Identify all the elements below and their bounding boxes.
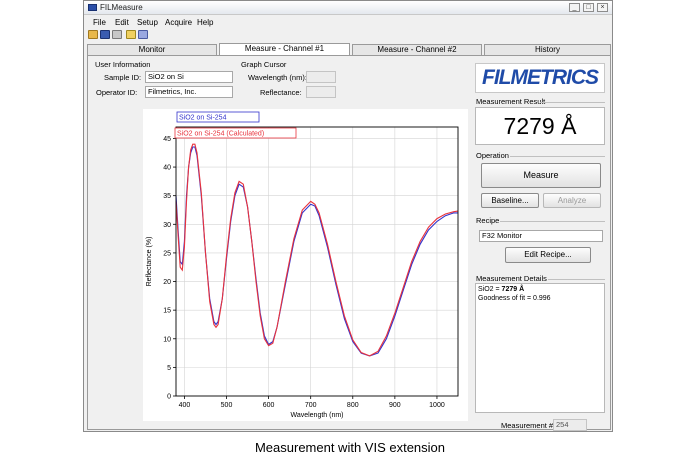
menu-acquire[interactable]: Acquire [165, 18, 192, 27]
menu-edit[interactable]: Edit [115, 18, 129, 27]
recipe-field[interactable]: F32 Monitor [479, 230, 603, 242]
analyze-button[interactable]: Analyze [543, 193, 601, 208]
user-info-heading: User Information [95, 60, 151, 69]
operation-heading: Operation [476, 151, 509, 160]
edit-recipe-button[interactable]: Edit Recipe... [505, 247, 591, 263]
tab-measure-channel-2[interactable]: Measure - Channel #2 [352, 44, 482, 55]
recipe-divider [500, 221, 605, 222]
report-icon[interactable] [138, 30, 148, 39]
y-tick-label: 10 [163, 336, 171, 343]
legend-calculated-label: SiO2 on Si-254 (Calculated) [177, 131, 264, 138]
reflectance-plot[interactable]: 400 500 600 700 800 900 1000 0 5 10 15 20 25 30 35 40 45… [143, 109, 468, 421]
reflectance-chart: 400 500 600 700 800 900 1000 0 5 10 15 20 25 30 35 40 45… [146, 111, 459, 419]
x-tick-label: 400 [179, 402, 191, 409]
baseline-button[interactable]: Baseline... [481, 193, 539, 208]
app-window: FILMeasure _ □ × File Edit Setup Acquire… [83, 0, 613, 432]
reflectance-label: Reflectance: [260, 88, 302, 97]
x-tick-label: 600 [263, 402, 275, 409]
graph-cursor-heading: Graph Cursor [241, 60, 287, 69]
x-tick-label: 900 [389, 402, 401, 409]
measurement-result-value: 7279 Å [475, 107, 605, 145]
title-bar: FILMeasure _ □ × [84, 1, 612, 15]
measurement-details-heading: Measurement Details [476, 274, 547, 283]
figure-caption: Measurement with VIS extension [254, 440, 446, 455]
y-tick-label: 45 [163, 136, 171, 143]
y-tick-label: 35 [163, 193, 171, 200]
operator-id-label: Operator ID: [96, 88, 138, 97]
x-tick-label: 700 [305, 402, 317, 409]
tab-history[interactable]: History [484, 44, 611, 55]
recipe-icon[interactable] [126, 30, 136, 39]
x-tick-label: 1000 [429, 402, 445, 409]
operation-divider [510, 156, 605, 157]
menu-bar: File Edit Setup Acquire Help [84, 17, 612, 29]
print-icon[interactable] [112, 30, 122, 39]
menu-setup[interactable]: Setup [137, 18, 158, 27]
minimize-button[interactable]: _ [569, 3, 580, 12]
tab-bar: Monitor Measure - Channel #1 Measure - C… [87, 43, 611, 55]
close-button[interactable]: × [597, 3, 608, 12]
wavelength-readout [306, 71, 336, 83]
menu-file[interactable]: File [93, 18, 106, 27]
maximize-button[interactable]: □ [583, 3, 594, 12]
result-divider [540, 102, 605, 103]
thickness-label: SiO2 = [478, 286, 502, 293]
x-tick-label: 800 [347, 402, 359, 409]
goodness-of-fit-line: Goodness of fit = 0.996 [478, 295, 551, 302]
y-tick-label: 20 [163, 279, 171, 286]
details-divider [548, 279, 605, 280]
recipe-heading: Recipe [476, 216, 500, 225]
y-tick-label: 40 [163, 165, 171, 172]
y-axis-label: Reflectance (%) [146, 237, 153, 287]
thickness-value: 7279 Å [501, 286, 525, 293]
y-tick-label: 15 [163, 308, 171, 315]
tab-monitor[interactable]: Monitor [87, 44, 217, 55]
measurement-number-label: Measurement # [501, 421, 554, 430]
save-icon[interactable] [100, 30, 110, 39]
tab-measure-channel-1[interactable]: Measure - Channel #1 [219, 43, 350, 55]
sample-id-label: Sample ID: [104, 73, 142, 82]
menu-help[interactable]: Help [197, 18, 213, 27]
measure-button[interactable]: Measure [481, 163, 601, 188]
x-axis-label: Wavelength (nm) [290, 412, 343, 419]
x-tick-label: 500 [221, 402, 233, 409]
measurement-details-box: SiO2 = 7279 Å Goodness of fit = 0.996 [475, 283, 605, 413]
y-tick-label: 5 [167, 365, 171, 372]
y-tick-label: 25 [163, 250, 171, 257]
open-folder-icon[interactable] [88, 30, 98, 39]
y-tick-label: 30 [163, 222, 171, 229]
wavelength-label: Wavelength (nm): [248, 73, 307, 82]
measurement-number-field: 254 [553, 419, 587, 431]
operator-id-field[interactable]: Filmetrics, Inc. [145, 86, 233, 98]
measurement-result-heading: Measurement Result [476, 97, 546, 106]
filmetrics-logo: FILMETRICS [475, 63, 605, 93]
thickness-line: SiO2 = 7279 Å [478, 285, 602, 294]
toolbar [84, 29, 612, 42]
app-icon [88, 4, 97, 11]
reflectance-readout [306, 86, 336, 98]
legend-measured-label: SiO2 on Si-254 [179, 115, 227, 122]
sample-id-field[interactable]: SiO2 on Si [145, 71, 233, 83]
y-tick-label: 0 [167, 394, 171, 401]
window-title: FILMeasure [100, 3, 143, 12]
measure-panel: User Information Sample ID: SiO2 on Si O… [87, 55, 611, 431]
